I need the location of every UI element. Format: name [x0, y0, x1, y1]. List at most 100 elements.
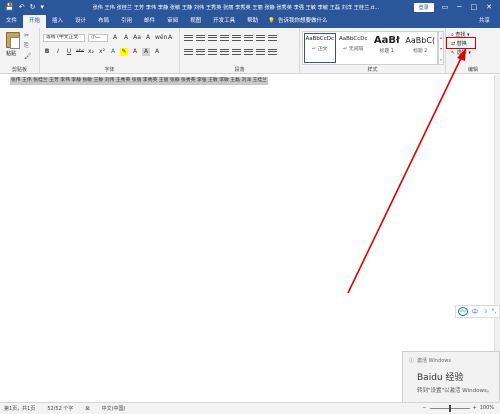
- decrease-indent-icon[interactable]: [220, 34, 229, 42]
- chinese-layout-icon[interactable]: [244, 34, 253, 42]
- grow-font-button[interactable]: A: [111, 34, 119, 42]
- tab-mailings[interactable]: 邮件: [138, 15, 161, 28]
- highlight-button[interactable]: ✎: [120, 48, 128, 56]
- clear-format-button[interactable]: A: [144, 34, 152, 42]
- bold-button[interactable]: B: [43, 48, 51, 56]
- tab-references[interactable]: 引用: [115, 15, 138, 28]
- shading-icon[interactable]: [256, 48, 265, 56]
- tab-view[interactable]: 视图: [184, 15, 207, 28]
- zoom-level[interactable]: 100%: [480, 405, 494, 411]
- paste-icon[interactable]: [6, 32, 20, 49]
- ime-logo-icon: iFU: [458, 307, 468, 316]
- share-button[interactable]: 共享: [479, 15, 490, 28]
- undo-icon[interactable]: ↶: [19, 0, 25, 14]
- selected-text[interactable]: 张伟 王伟 张桂兰 王芳 李伟 李静 张敏 王静 刘伟 王秀英 张丽 李秀英 王…: [10, 77, 268, 85]
- clipboard-label: 剪贴板: [11, 67, 27, 73]
- zoom-out-button[interactable]: −: [422, 405, 426, 411]
- redo-icon[interactable]: ↻: [30, 0, 36, 14]
- ime-toolbar[interactable]: iFU 中 ☽ °,: [455, 305, 500, 318]
- style-no-spacing[interactable]: AaBbCcDc ↵ 无间隔: [337, 32, 371, 64]
- font-row-1: 等线 (中文正文 小二 A A Aa A wén A: [43, 34, 174, 42]
- tab-insert[interactable]: 插入: [46, 15, 69, 28]
- tab-review[interactable]: 审阅: [161, 15, 184, 28]
- zoom-control: − + 100%: [422, 404, 494, 412]
- tab-layout[interactable]: 布局: [92, 15, 115, 28]
- font-size-select[interactable]: 小二: [88, 34, 108, 42]
- tell-me-box[interactable]: 💡 告诉我你想要做什么: [264, 15, 327, 28]
- tell-me-text: 告诉我你想要做什么: [278, 18, 328, 24]
- paragraph-row-2: [184, 48, 277, 56]
- style-name: ↵ 无间隔: [343, 47, 364, 52]
- tab-help[interactable]: 帮助: [241, 15, 264, 28]
- paste-button[interactable]: 粘贴: [6, 50, 16, 57]
- select-button[interactable]: ↖ 选择 ▾: [451, 49, 471, 56]
- zoom-slider[interactable]: [429, 404, 470, 412]
- status-word-count[interactable]: 52/52 个字: [47, 405, 73, 412]
- tab-design[interactable]: 设计: [69, 15, 92, 28]
- proofing-icon[interactable]: ⊠: [85, 406, 89, 412]
- justify-icon[interactable]: [220, 48, 229, 56]
- tab-file[interactable]: 文件: [0, 15, 23, 28]
- zoom-in-button[interactable]: +: [473, 405, 477, 411]
- editing-group: ⌕ 查找 ▾ ⇄ 替换 ↖ 选择 ▾ 编辑: [446, 28, 500, 74]
- maximize-icon[interactable]: □: [471, 3, 478, 11]
- tab-home[interactable]: 开始: [23, 15, 47, 28]
- bullets-icon[interactable]: [184, 34, 193, 42]
- style-name: 标题 2: [413, 49, 428, 54]
- subscript-button[interactable]: x₂: [87, 48, 95, 56]
- align-center-icon[interactable]: [196, 48, 205, 56]
- status-page[interactable]: 第1页，共1页: [4, 405, 35, 412]
- phonetic-guide-button[interactable]: wén: [155, 34, 167, 42]
- numbering-icon[interactable]: [196, 34, 205, 42]
- text-effects-button[interactable]: A: [109, 48, 117, 56]
- style-heading-1[interactable]: AaBł 标题 1: [370, 32, 404, 64]
- status-language[interactable]: 中文(中国): [102, 405, 126, 412]
- copy-icon[interactable]: ⎘: [24, 42, 32, 50]
- font-name-select[interactable]: 等线 (中文正文: [43, 34, 85, 42]
- strikethrough-button[interactable]: abc: [76, 48, 84, 56]
- replace-highlight-box: [446, 37, 476, 49]
- font-color-button[interactable]: A: [131, 48, 139, 56]
- borders-icon[interactable]: [268, 48, 277, 56]
- sort-icon[interactable]: [256, 34, 265, 42]
- char-border-button[interactable]: A: [166, 34, 174, 42]
- select-label: 选择: [456, 50, 467, 56]
- increase-indent-icon[interactable]: [232, 34, 241, 42]
- login-button[interactable]: 登录: [413, 2, 434, 12]
- window-controls: ▭ ─ □ ✕: [442, 3, 500, 11]
- close-icon[interactable]: ✕: [486, 3, 492, 11]
- show-marks-icon[interactable]: [268, 34, 277, 42]
- styles-more-button[interactable]: ▴ ▾ ▿: [438, 31, 444, 65]
- cut-icon[interactable]: ✂: [24, 32, 32, 39]
- align-left-icon[interactable]: [184, 48, 193, 56]
- clipboard-group: 粘贴 ✂ ⎘ 🖌 剪贴板: [0, 28, 40, 74]
- zoom-thumb[interactable]: [448, 404, 451, 412]
- paragraph-label: 段落: [234, 67, 245, 73]
- shrink-font-button[interactable]: A: [122, 34, 130, 42]
- italic-button[interactable]: I: [54, 48, 62, 56]
- editing-label: 编辑: [467, 67, 478, 73]
- style-heading-2[interactable]: AaBbC( 标题 2: [404, 32, 438, 64]
- superscript-button[interactable]: x²: [98, 48, 106, 56]
- moon-icon[interactable]: ☽: [482, 308, 487, 315]
- line-spacing-icon[interactable]: [244, 48, 253, 56]
- char-shading-button[interactable]: A: [142, 48, 150, 56]
- minimize-icon[interactable]: ─: [457, 3, 461, 11]
- clipboard-small-icons: ✂ ⎘ 🖌: [24, 32, 32, 60]
- ime-lang[interactable]: 中: [472, 307, 478, 316]
- ribbon-display-icon[interactable]: ▭: [442, 3, 449, 11]
- style-normal[interactable]: AaBbCcDc ↵ 正文: [303, 32, 337, 64]
- enclose-char-button[interactable]: A: [153, 48, 161, 56]
- tab-developer[interactable]: 开发工具: [207, 15, 241, 28]
- punct-icon[interactable]: °,: [491, 308, 496, 315]
- customize-qat-icon[interactable]: ▾: [40, 0, 44, 14]
- align-right-icon[interactable]: [208, 48, 217, 56]
- save-icon[interactable]: 💾: [5, 0, 14, 14]
- distributed-icon[interactable]: [232, 48, 241, 56]
- change-case-button[interactable]: Aa: [133, 34, 141, 42]
- multilevel-list-icon[interactable]: [208, 34, 217, 42]
- underline-button[interactable]: U: [65, 48, 73, 56]
- style-name: ↵ 正文: [312, 47, 328, 52]
- font-group: 等线 (中文正文 小二 A A Aa A wén A B I U abc x₂ …: [40, 28, 180, 74]
- format-painter-icon[interactable]: 🖌: [24, 53, 32, 60]
